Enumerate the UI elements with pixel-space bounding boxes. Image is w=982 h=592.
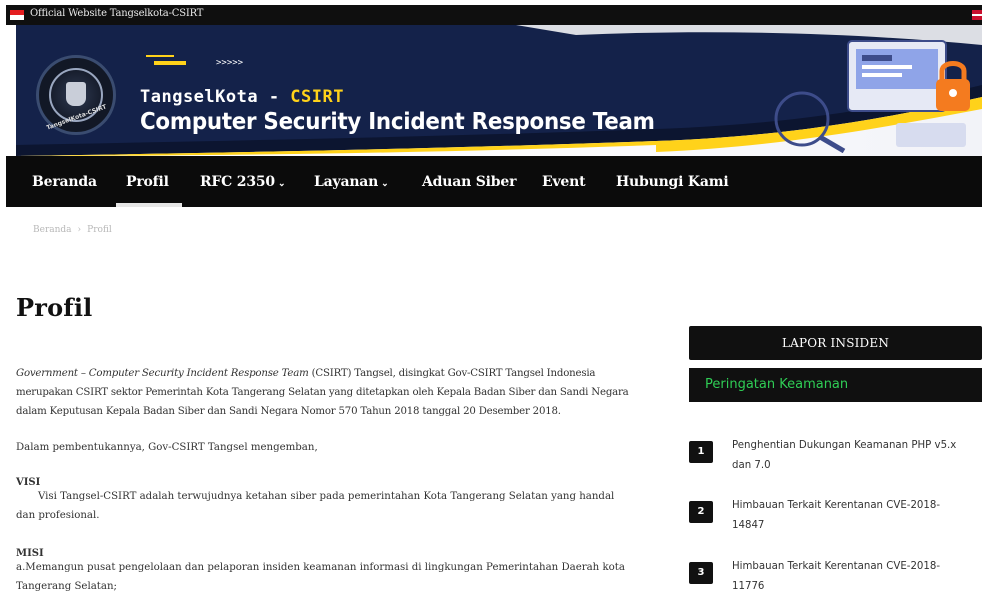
nav-item-hubungi-kami[interactable]: Hubungi Kami bbox=[616, 174, 729, 190]
brand-name: TangselKota - CSIRT bbox=[140, 87, 344, 107]
alert-link[interactable]: Himbauan Terkait Kerentanan CVE-2018-148… bbox=[732, 496, 972, 536]
chevron-down-icon: ⌄ bbox=[381, 179, 389, 189]
alert-number-badge: 2 bbox=[689, 501, 713, 523]
visi-text: Visi Tangsel-CSIRT adalah terwujudnya ke… bbox=[16, 491, 615, 521]
breadcrumb: Beranda › Profil bbox=[33, 225, 112, 235]
chevron-down-icon: ⌄ bbox=[277, 179, 286, 189]
peringatan-keamanan-header: Peringatan Keamanan bbox=[689, 368, 982, 402]
brand-accent: CSIRT bbox=[290, 87, 344, 107]
misi-text: a.Memangun pusat pengelolaan dan pelapor… bbox=[16, 562, 625, 592]
paragraph-pembentukan: Dalam pembentukannya, Gov-CSIRT Tangsel … bbox=[16, 442, 318, 453]
header-banner: TangselKota-CSIRT >>>>> TangselKota - CS… bbox=[16, 25, 982, 156]
nav-active-indicator bbox=[116, 203, 182, 207]
breadcrumb-current: Profil bbox=[87, 225, 112, 235]
alert-link[interactable]: Penghentian Dukungan Keamanan PHP v5.x d… bbox=[732, 436, 972, 476]
decor-dots-graphic bbox=[146, 55, 186, 65]
intro-italic: Government – Computer Security Incident … bbox=[16, 368, 309, 379]
csirt-logo[interactable]: TangselKota-CSIRT bbox=[36, 55, 116, 135]
lapor-insiden-button[interactable]: LAPOR INSIDEN bbox=[689, 326, 982, 360]
brand-subtitle: Computer Security Incident Response Team bbox=[140, 109, 655, 135]
nav-item-beranda[interactable]: Beranda bbox=[32, 174, 97, 190]
decor-chevrons: >>>>> bbox=[216, 58, 244, 68]
intro-paragraph: Government – Computer Security Incident … bbox=[16, 364, 646, 421]
language-english-flag-icon[interactable] bbox=[972, 10, 982, 20]
main-nav: Beranda Profil RFC 2350 ⌄ Layanan ⌄ Aduan … bbox=[6, 156, 982, 207]
nav-item-event[interactable]: Event bbox=[542, 174, 586, 190]
nav-item-aduan-siber[interactable]: Aduan Siber bbox=[422, 174, 516, 190]
security-illustration bbox=[774, 40, 970, 153]
profile-content: Government – Computer Security Incident … bbox=[16, 364, 646, 592]
breadcrumb-home[interactable]: Beranda bbox=[33, 225, 72, 235]
language-indonesia-flag-icon[interactable] bbox=[10, 10, 24, 20]
top-bar: Official Website Tangselkota-CSIRT bbox=[6, 5, 982, 25]
breadcrumb-separator: › bbox=[77, 225, 82, 235]
nav-item-profil[interactable]: Profil bbox=[126, 174, 169, 190]
shield-emblem-icon bbox=[66, 82, 86, 106]
alert-number-badge: 1 bbox=[689, 441, 713, 463]
alert-number-badge: 3 bbox=[689, 562, 713, 584]
alert-link[interactable]: Himbauan Terkait Kerentanan CVE-2018-117… bbox=[732, 557, 972, 592]
page-title: Profil bbox=[16, 293, 93, 322]
nav-item-rfc-2350[interactable]: RFC 2350 ⌄ bbox=[200, 174, 286, 190]
nav-item-layanan[interactable]: Layanan ⌄ bbox=[314, 174, 389, 190]
site-label: Official Website Tangselkota-CSIRT bbox=[30, 8, 204, 19]
